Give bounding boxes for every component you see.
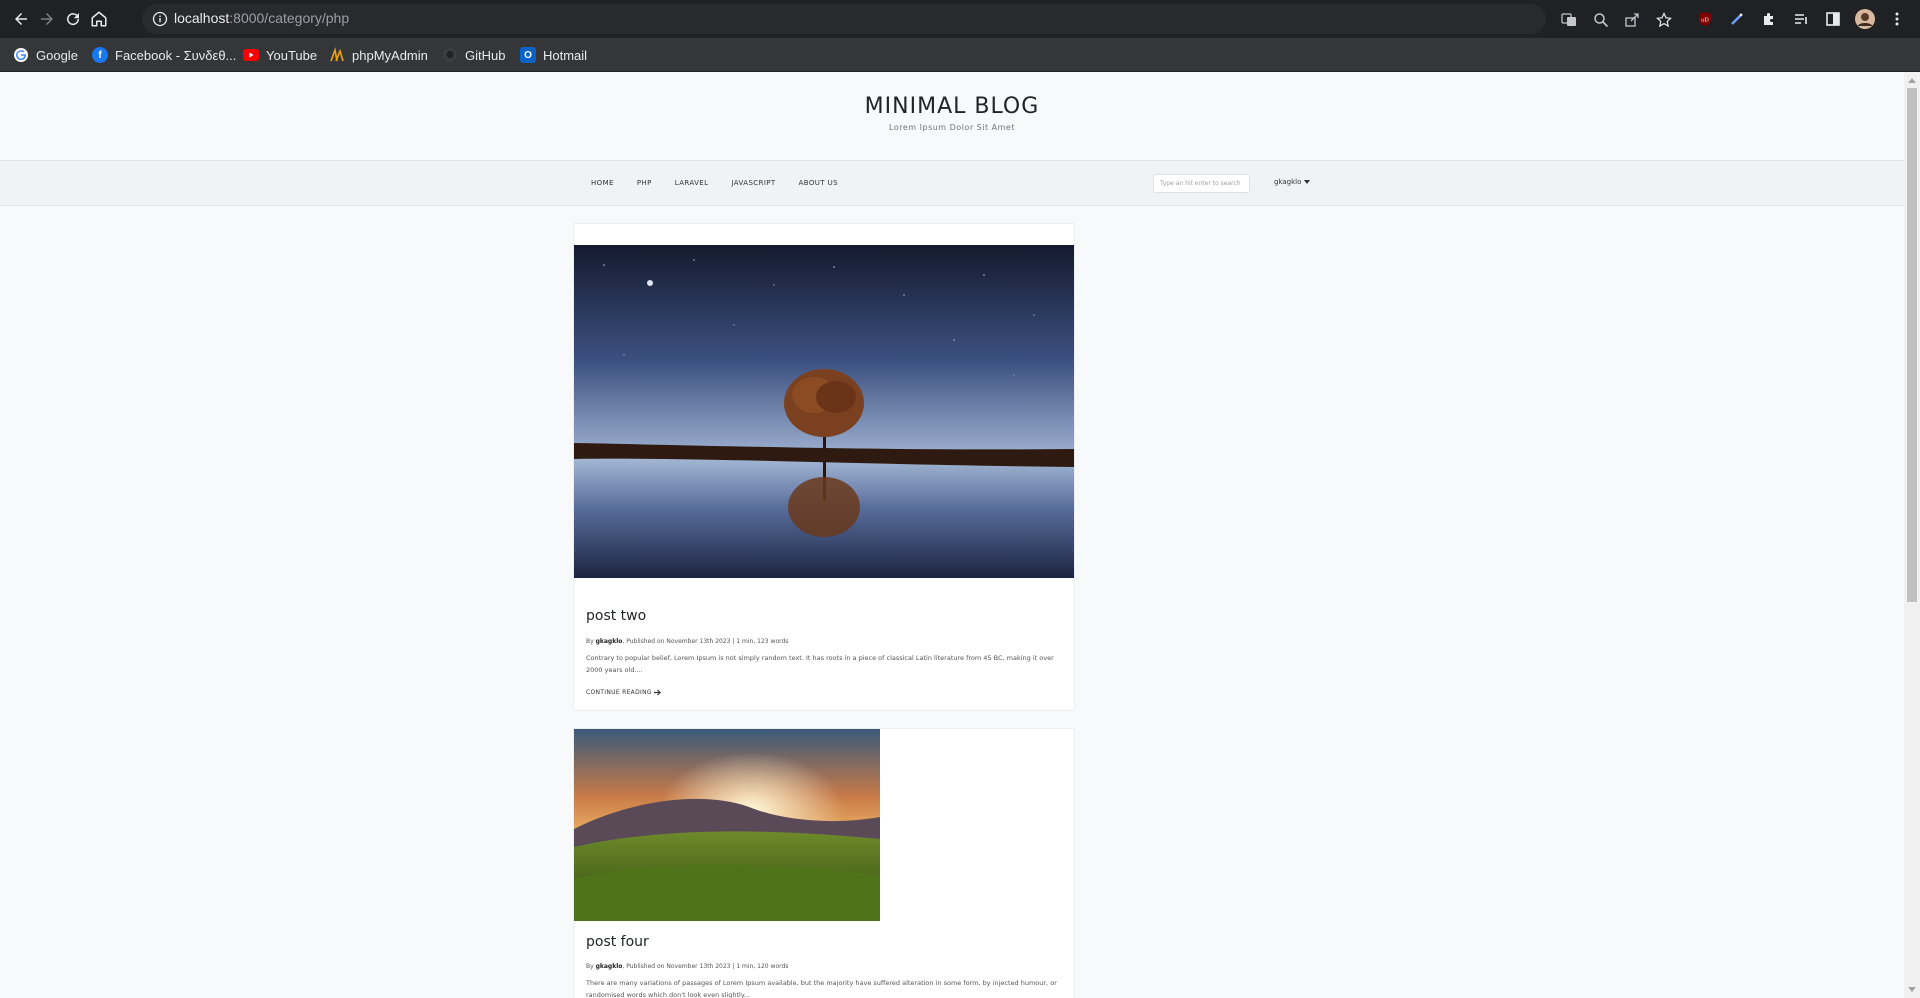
bookmark-youtube[interactable]: YouTube [243,45,317,65]
post-excerpt: There are many variations of passages of… [586,979,1057,998]
site-tagline: Lorem Ipsum Dolor Sit Amet [889,123,1015,132]
continue-reading-link[interactable]: CONTINUE READING [586,689,661,696]
post-author[interactable]: gkagklo [596,638,623,645]
nav-menu: HOME PHP LARAVEL JAVASCRIPT ABOUT US [591,161,861,205]
site-header: MINIMAL BLOG Lorem Ipsum Dolor Sit Amet [0,72,1904,160]
site-info-icon[interactable] [152,11,168,27]
github-icon [442,47,458,63]
facebook-icon: f [92,47,108,63]
youtube-icon [243,47,259,63]
address-bar[interactable]: localhost:8000/category/php [142,4,1672,34]
user-name: gkagklo [1274,178,1302,186]
post-title[interactable]: post four [586,934,649,950]
browser-toolbar: localhost:8000/category/php uD [0,0,1920,38]
scroll-up-icon[interactable] [1908,78,1916,83]
share-icon[interactable] [1624,12,1640,28]
nav-php[interactable]: PHP [637,179,652,187]
translate-icon[interactable] [1561,12,1577,28]
post-author[interactable]: gkagklo [596,963,623,970]
bookmark-star-icon[interactable] [1656,12,1672,28]
bookmark-label: Facebook - Συνδεθ... [115,47,237,63]
main-navigation: HOME PHP LARAVEL JAVASCRIPT ABOUT US Typ… [0,160,1904,206]
continue-reading-label: CONTINUE READING [586,689,652,696]
phpmyadmin-icon [329,47,345,63]
search-input[interactable]: Type an hit enter to search [1153,174,1250,193]
extensions-puzzle-icon[interactable] [1758,8,1780,30]
post-meta: By gkagklo, Published on November 13th 2… [586,963,789,970]
user-dropdown[interactable]: gkagklo [1274,178,1311,186]
zoom-icon[interactable] [1593,12,1609,28]
post-image-sunset-meadow[interactable] [574,729,880,921]
post-card: post two By gkagklo, Published on Novemb… [574,224,1074,710]
post-meta: By gkagklo, Published on November 13th 2… [586,638,789,645]
nav-home[interactable]: HOME [591,179,614,187]
reload-icon [67,13,80,26]
ublock-extension-icon[interactable]: uD [1694,8,1716,30]
page-scrollbar[interactable] [1904,72,1920,998]
bookmarks-bar: Google f Facebook - Συνδεθ... YouTube ph… [0,38,1920,72]
nav-laravel[interactable]: LARAVEL [675,179,709,187]
home-icon [91,11,107,27]
post-card: post four By gkagklo, Published on Novem… [574,729,1074,998]
post-excerpt: Contrary to popular belief, Lorem Ipsum … [586,654,1054,674]
scrollbar-thumb[interactable] [1907,88,1917,602]
forward-button[interactable] [35,7,59,31]
bookmark-facebook[interactable]: f Facebook - Συνδεθ... [92,45,236,65]
arrow-right-icon [41,13,53,25]
arrow-right-icon [653,689,661,696]
bookmark-github[interactable]: GitHub [442,45,505,65]
bookmark-label: Google [36,47,78,63]
home-button[interactable] [87,7,111,31]
reload-button[interactable] [61,7,85,31]
page-viewport: MINIMAL BLOG Lorem Ipsum Dolor Sit Amet … [0,72,1904,998]
browser-menu-icon[interactable] [1886,8,1908,30]
outlook-icon: O [520,47,536,63]
bookmark-google[interactable]: Google [13,45,78,65]
profile-avatar[interactable] [1854,8,1876,30]
bookmark-label: YouTube [266,47,318,63]
post-image-night-tree[interactable] [574,245,1074,578]
nav-about-us[interactable]: ABOUT US [799,179,838,187]
color-picker-extension-icon[interactable] [1726,8,1748,30]
post-title[interactable]: post two [586,608,646,624]
nav-javascript[interactable]: JAVASCRIPT [731,179,775,187]
bookmark-label: Hotmail [543,47,588,63]
arrow-left-icon [15,13,27,25]
bookmark-label: phpMyAdmin [352,47,428,63]
scroll-down-icon[interactable] [1908,987,1916,992]
chevron-down-icon [1304,180,1311,184]
back-button[interactable] [9,7,33,31]
url-text: localhost:8000/category/php [174,10,350,26]
side-panel-icon[interactable] [1822,8,1844,30]
google-icon [13,47,29,63]
bookmark-label: GitHub [465,47,506,63]
reading-list-icon[interactable] [1790,8,1812,30]
bookmark-phpmyadmin[interactable]: phpMyAdmin [329,45,428,65]
svg-text:uD: uD [1701,18,1709,24]
site-title[interactable]: MINIMAL BLOG [0,94,1904,119]
bookmark-hotmail[interactable]: O Hotmail [520,45,587,65]
